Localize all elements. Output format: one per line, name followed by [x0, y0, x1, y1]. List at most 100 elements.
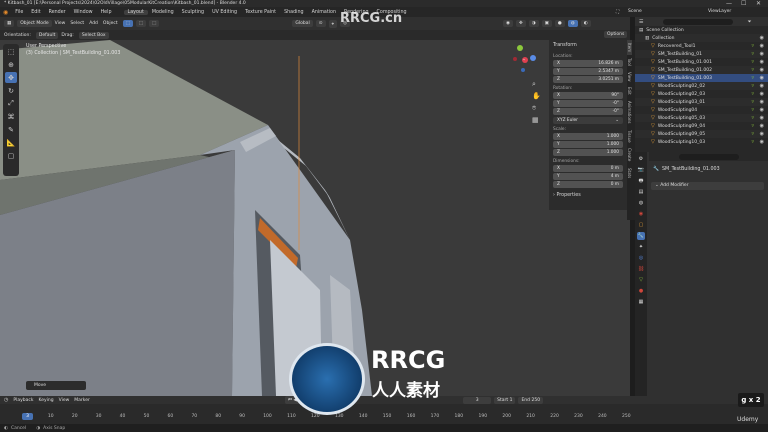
scale-tool-icon[interactable]: ⤢ [5, 98, 17, 109]
outliner-search-input[interactable] [663, 18, 734, 25]
visibility-eye-icon[interactable]: ◉ [760, 107, 764, 113]
outliner-item[interactable]: ▽ WoodSculpting10_03 ▿ ◉ [635, 138, 768, 146]
dimensions-z-field[interactable]: Z0 m [553, 181, 623, 188]
last-operator-panel[interactable]: Move [26, 381, 86, 390]
filter-icon[interactable]: ⏷ [747, 19, 751, 25]
shading-rendered-icon[interactable]: ◐ [580, 20, 591, 27]
sidebar-tab-tool[interactable]: Tool [627, 55, 632, 69]
camera-icon[interactable]: ⌾ [532, 104, 536, 113]
menu-help[interactable]: Help [97, 10, 116, 15]
outliner-item[interactable]: ▽ WoodSculpting02_02 ▿ ◉ [635, 82, 768, 90]
sidebar-tab-create[interactable]: Create [627, 145, 632, 164]
annotate-tool-icon[interactable]: ✎ [5, 124, 17, 135]
sidebar-tab-animations[interactable]: Animations [627, 98, 632, 126]
add-modifier-button[interactable]: ⌄ Add Modifier [651, 182, 764, 190]
mode-selector[interactable]: Object Mode [17, 20, 52, 27]
outliner-item[interactable]: ▽ SM_TestBuilding_01 ▿ ◉ [635, 50, 768, 58]
menu-render[interactable]: Render [45, 10, 70, 15]
visibility-eye-icon[interactable]: ◉ [760, 83, 764, 89]
output-tab-icon[interactable]: 🖶 [637, 177, 645, 185]
outliner-item[interactable]: ▽ WoodSculpting03_01 ▿ ◉ [635, 98, 768, 106]
pivot-icon[interactable]: ⊙ [315, 20, 326, 27]
visibility-eye-icon[interactable]: ◉ [760, 139, 764, 145]
properties-search-input[interactable] [679, 153, 739, 160]
xray-icon[interactable]: ▣ [541, 20, 552, 27]
visibility-eye-icon[interactable]: ◉ [760, 123, 764, 129]
visibility-eye-icon[interactable]: ◉ [760, 131, 764, 137]
start-frame-field[interactable]: Start 1 [494, 396, 516, 404]
rotation-y-field[interactable]: Y -0° [553, 100, 623, 107]
tab-texture-paint[interactable]: Texture Paint [241, 10, 280, 15]
visibility-icon[interactable]: ◉ [503, 20, 513, 27]
material-tab-icon[interactable]: ● [637, 287, 645, 295]
rotate-tool-icon[interactable]: ↻ [5, 85, 17, 96]
modifier-tab-icon[interactable]: 🔧 [637, 232, 645, 240]
tab-shading[interactable]: Shading [280, 10, 308, 15]
select-mode-icon[interactable]: ⬚ [122, 20, 133, 27]
shading-solid-icon[interactable]: ● [554, 20, 565, 27]
menu-add[interactable]: Add [89, 21, 98, 26]
3d-viewport[interactable]: User Perspective (3) Collection | SM_Tes… [0, 40, 630, 396]
snap-icon[interactable]: ⌖ [328, 19, 338, 28]
object-tab-icon[interactable]: ▢ [637, 221, 645, 229]
menu-object[interactable]: Object [103, 21, 118, 26]
visibility-eye-icon[interactable]: ◉ [760, 43, 764, 49]
measure-tool-icon[interactable]: 📐 [5, 137, 17, 148]
menu-select[interactable]: Select [70, 21, 84, 26]
options-dropdown[interactable]: Options [604, 31, 628, 38]
timeline-editor-icon[interactable]: ◷ [4, 397, 8, 403]
texture-tab-icon[interactable]: ▦ [637, 298, 645, 306]
visibility-eye-icon[interactable]: ◉ [760, 67, 764, 73]
shading-material-icon[interactable]: ◍ [567, 20, 578, 27]
rotation-x-field[interactable]: X 90° [553, 92, 623, 99]
blender-logo-icon[interactable]: ◉ [0, 9, 11, 16]
sidebar-tab-edit[interactable]: Edit [627, 84, 632, 98]
timeline-ruler[interactable]: 10 20 30 40 50 60 70 80 90 100 110 120 130 140 150 160 1… [0, 404, 768, 424]
add-cube-tool-icon[interactable]: ▢ [5, 150, 17, 161]
tab-layout[interactable]: Layout [123, 9, 148, 15]
sidebar-tab-stats[interactable]: Stats [627, 165, 632, 181]
outliner-item[interactable]: ▽ WoodSculpting02_03 ▿ ◉ [635, 90, 768, 98]
tab-sculpting[interactable]: Sculpting [178, 10, 208, 15]
location-y-field[interactable]: Y 2.5347 m [553, 68, 623, 75]
constraints-tab-icon[interactable]: ⛓ [637, 265, 645, 273]
visibility-eye-icon[interactable]: ◉ [760, 99, 764, 105]
scene-tab-icon[interactable]: ◍ [637, 199, 645, 207]
scale-x-field[interactable]: X 1.000 [553, 133, 623, 140]
outliner-item[interactable]: ▽ WoodSculpting05_03 ▿ ◉ [635, 114, 768, 122]
outliner-item[interactable]: ▽ Recovered_Tool1 ▿ ◉ [635, 42, 768, 50]
current-frame-field[interactable]: 3 [463, 396, 492, 404]
dimensions-x-field[interactable]: X0 m [553, 165, 623, 172]
cursor-tool-icon[interactable]: ⊕ [5, 59, 17, 70]
ortho-grid-icon[interactable]: ▦ [532, 116, 539, 124]
outliner-editor-icon[interactable]: ☰ [635, 19, 643, 25]
location-x-field[interactable]: X 16.826 m [553, 60, 623, 67]
visibility-eye-icon[interactable]: ◉ [760, 59, 764, 65]
menu-view[interactable]: View [55, 21, 66, 26]
drag-dropdown[interactable]: Select Box [78, 31, 109, 39]
outliner-scene-collection[interactable]: ▤ Scene Collection [635, 26, 768, 34]
subtract-mode-icon[interactable]: ⬚ [149, 20, 160, 27]
outliner-collection[interactable]: ▥ Collection ◉ [635, 34, 768, 42]
transform-section-header[interactable]: Transform [553, 43, 623, 48]
data-tab-icon[interactable]: ▽ [637, 276, 645, 284]
visibility-eye-icon[interactable]: ◉ [760, 75, 764, 81]
timeline-menu-marker[interactable]: Marker [74, 398, 90, 403]
outliner-item[interactable]: ▽ SM_TestBuilding_01.001 ▿ ◉ [635, 58, 768, 66]
visibility-eye-icon[interactable]: ◉ [760, 35, 764, 41]
particles-tab-icon[interactable]: ✦ [637, 243, 645, 251]
properties-section-header[interactable]: › Properties [553, 193, 623, 198]
menu-file[interactable]: File [11, 10, 27, 15]
gizmo-icon[interactable]: ✥ [515, 20, 526, 27]
overlays-icon[interactable]: ◑ [528, 20, 539, 27]
close-button[interactable]: ✕ [756, 0, 761, 7]
timeline-menu-keying[interactable]: Keying [38, 398, 53, 403]
visibility-eye-icon[interactable]: ◉ [760, 51, 764, 57]
location-z-field[interactable]: Z 3.0251 m [553, 76, 623, 83]
properties-search[interactable] [649, 152, 768, 161]
world-tab-icon[interactable]: ◉ [637, 210, 645, 218]
rotation-z-field[interactable]: Z -0° [553, 108, 623, 115]
orientation-selector[interactable]: Global [292, 20, 313, 27]
outliner-item[interactable]: ▽ SM_TestBuilding_01.002 ▿ ◉ [635, 66, 768, 74]
tool-tab-icon[interactable]: ⚙ [637, 155, 645, 163]
